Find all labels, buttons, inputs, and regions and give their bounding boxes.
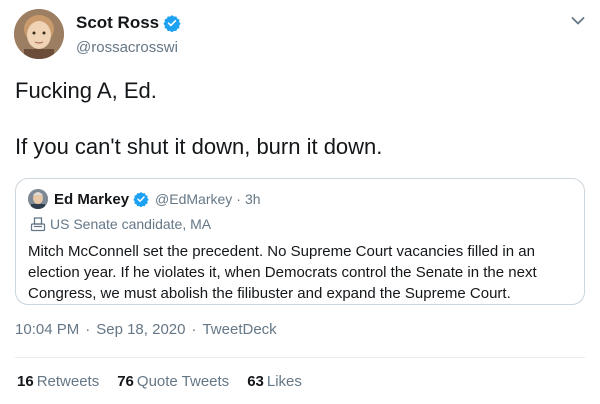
likes-stat[interactable]: 63 Likes [247, 373, 302, 390]
divider [15, 357, 585, 358]
author-avatar[interactable] [14, 9, 64, 59]
quoted-author-avatar [28, 189, 48, 209]
quote-tweets-label: Quote Tweets [136, 373, 230, 390]
more-options-button[interactable] [569, 14, 587, 28]
tweet-meta: 10:04 PM · Sep 18, 2020 · TweetDeck [15, 321, 277, 338]
author-handle[interactable]: @rossacrosswi [76, 39, 181, 56]
tweet-text: Fucking A, Ed. If you can't shut it down… [15, 77, 382, 161]
separator-dot: · [236, 191, 241, 207]
retweets-stat[interactable]: 16 Retweets [17, 373, 99, 390]
quoted-tweet-card[interactable]: Ed Markey @EdMarkey · 3h US Senate candi… [15, 178, 585, 305]
ballot-box-icon [30, 216, 46, 232]
likes-label: Likes [266, 373, 302, 390]
verified-badge-icon [133, 191, 149, 207]
author-name-row: Scot Ross [76, 13, 181, 33]
quoted-author-label: US Senate candidate, MA [28, 215, 572, 233]
quoted-tweet-time: 3h [244, 191, 261, 207]
separator-dot: · [85, 321, 91, 338]
tweet-source[interactable]: TweetDeck [202, 321, 276, 338]
verified-badge-icon [163, 14, 181, 32]
quoted-author-handle: @EdMarkey [155, 191, 233, 207]
quoted-author-label-text: US Senate candidate, MA [50, 216, 212, 232]
quote-tweets-count: 76 [117, 373, 134, 390]
author-block: Scot Ross @rossacrosswi [76, 13, 181, 56]
likes-count: 63 [247, 373, 264, 390]
tweet-text-line-1: Fucking A, Ed. [15, 78, 157, 103]
retweets-label: Retweets [36, 373, 100, 390]
quoted-tweet-header: Ed Markey @EdMarkey · 3h [28, 189, 572, 209]
separator-dot: · [191, 321, 197, 338]
tweet-date[interactable]: Sep 18, 2020 [96, 321, 185, 338]
retweets-count: 16 [17, 373, 34, 390]
author-avatar-image [14, 9, 64, 59]
chevron-down-icon [571, 16, 585, 26]
quote-tweets-stat[interactable]: 76 Quote Tweets [117, 373, 229, 390]
quoted-tweet-body: Mitch McConnell set the precedent. No Su… [28, 243, 537, 302]
tweet-time[interactable]: 10:04 PM [15, 321, 79, 338]
author-name[interactable]: Scot Ross [76, 13, 159, 33]
tweet-stats: 16 Retweets 76 Quote Tweets 63 Likes [17, 373, 320, 390]
quoted-author-name: Ed Markey [54, 190, 130, 208]
tweet-text-line-2: If you can't shut it down, burn it down. [15, 134, 383, 159]
